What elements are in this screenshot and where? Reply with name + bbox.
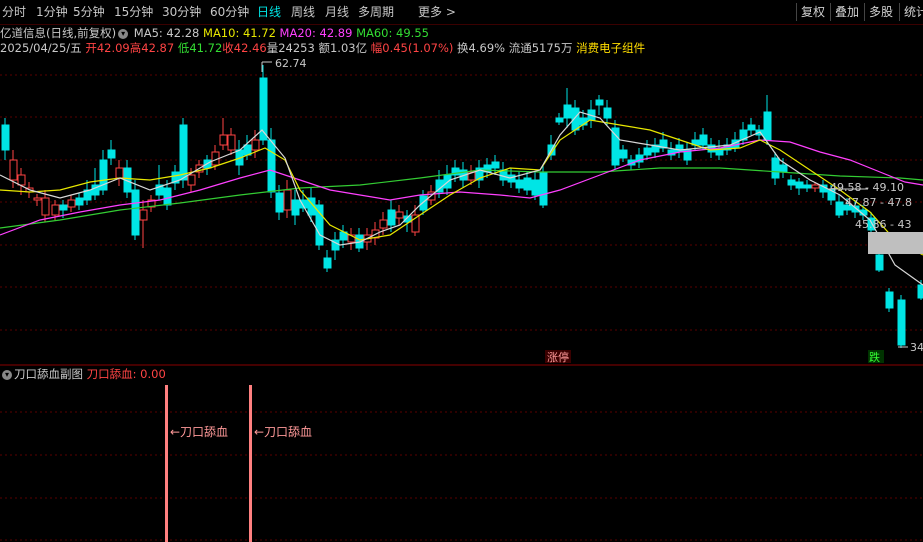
- candle-body[interactable]: [139, 209, 148, 221]
- candle-body[interactable]: [219, 134, 228, 146]
- signal-label: ←刀口舔血: [254, 425, 312, 439]
- price-range-label: 49.58 - 49.10: [830, 181, 904, 194]
- candle-body[interactable]: [747, 124, 756, 131]
- candle-body[interactable]: [251, 139, 260, 151]
- gap-zone: [868, 232, 923, 254]
- candle-body[interactable]: [917, 284, 923, 299]
- candle-body[interactable]: [811, 184, 820, 189]
- candle-body[interactable]: [835, 201, 844, 216]
- candle-body[interactable]: [315, 204, 324, 246]
- candle-body[interactable]: [563, 104, 572, 119]
- candle-body[interactable]: [419, 195, 428, 211]
- candle-body[interactable]: [131, 189, 140, 236]
- signal-bar[interactable]: [249, 385, 252, 542]
- candle-body[interactable]: [9, 159, 18, 181]
- candle-body[interactable]: [291, 199, 300, 216]
- candle-body[interactable]: [33, 197, 42, 201]
- candle-body[interactable]: [67, 199, 76, 208]
- sub-chart-header: ▾ 刀口舔血副图 刀口舔血: 0.00: [0, 366, 166, 382]
- candle-body[interactable]: [675, 144, 684, 153]
- candle-body[interactable]: [885, 291, 894, 309]
- candle-body[interactable]: [379, 219, 388, 229]
- candle-body[interactable]: [531, 179, 540, 196]
- candle-body[interactable]: [51, 204, 60, 216]
- candle-body[interactable]: [115, 167, 124, 179]
- candle-body[interactable]: [771, 157, 780, 179]
- candle-body[interactable]: [179, 124, 188, 181]
- candle-body[interactable]: [163, 187, 172, 206]
- candle-body[interactable]: [107, 149, 116, 159]
- kline-chart[interactable]: 62.74 34 49.58 - 49.10 47.87 - 47.8 45.86 - …: [0, 0, 923, 542]
- candle-body[interactable]: [595, 99, 604, 106]
- candle-body[interactable]: [897, 299, 906, 346]
- sub-indicator-value: 刀口舔血: 0.00: [86, 367, 166, 381]
- candle-body[interactable]: [795, 181, 804, 189]
- candle-body[interactable]: [41, 197, 50, 216]
- candle-body[interactable]: [643, 147, 652, 156]
- candle-body[interactable]: [283, 189, 292, 211]
- candle-body[interactable]: [875, 254, 884, 271]
- candle-body[interactable]: [59, 204, 68, 211]
- candle-body[interactable]: [803, 184, 812, 189]
- low-price-label: 34: [910, 341, 923, 354]
- candle-body[interactable]: [619, 149, 628, 159]
- candle-body[interactable]: [787, 179, 796, 186]
- chevron-down-icon[interactable]: ▾: [2, 369, 12, 380]
- candle-body[interactable]: [17, 174, 26, 186]
- sub-chart-title[interactable]: 刀口舔血副图: [14, 367, 83, 381]
- signal-label: ←刀口舔血: [170, 425, 228, 439]
- candle-body[interactable]: [779, 164, 788, 173]
- candle-body[interactable]: [507, 174, 516, 183]
- candle-body[interactable]: [555, 117, 564, 123]
- candle-body[interactable]: [275, 192, 284, 213]
- candle-body[interactable]: [227, 134, 236, 151]
- candle-body[interactable]: [515, 179, 524, 189]
- candle-body[interactable]: [395, 211, 404, 219]
- candle-body[interactable]: [387, 209, 396, 226]
- candle-body[interactable]: [763, 111, 772, 141]
- candle-body[interactable]: [523, 177, 532, 191]
- candle-body[interactable]: [267, 139, 276, 193]
- high-price-label: 62.74: [275, 57, 307, 70]
- candle-body[interactable]: [187, 174, 196, 186]
- candle-body[interactable]: [611, 127, 620, 166]
- price-range-label: 45.86 - 43: [855, 218, 911, 231]
- limit-down-tag: 跌: [869, 350, 880, 364]
- limit-up-tag: 涨停: [547, 350, 569, 364]
- candle-body[interactable]: [75, 197, 84, 206]
- candle-body[interactable]: [603, 107, 612, 119]
- candle-body[interactable]: [539, 171, 548, 206]
- candle-body[interactable]: [323, 257, 332, 269]
- candle-body[interactable]: [571, 107, 580, 131]
- candle-body[interactable]: [491, 161, 500, 169]
- price-range-label: 47.87 - 47.8: [845, 196, 912, 209]
- signal-bar[interactable]: [165, 385, 168, 542]
- candle-body[interactable]: [699, 134, 708, 146]
- candle-body[interactable]: [1, 124, 10, 151]
